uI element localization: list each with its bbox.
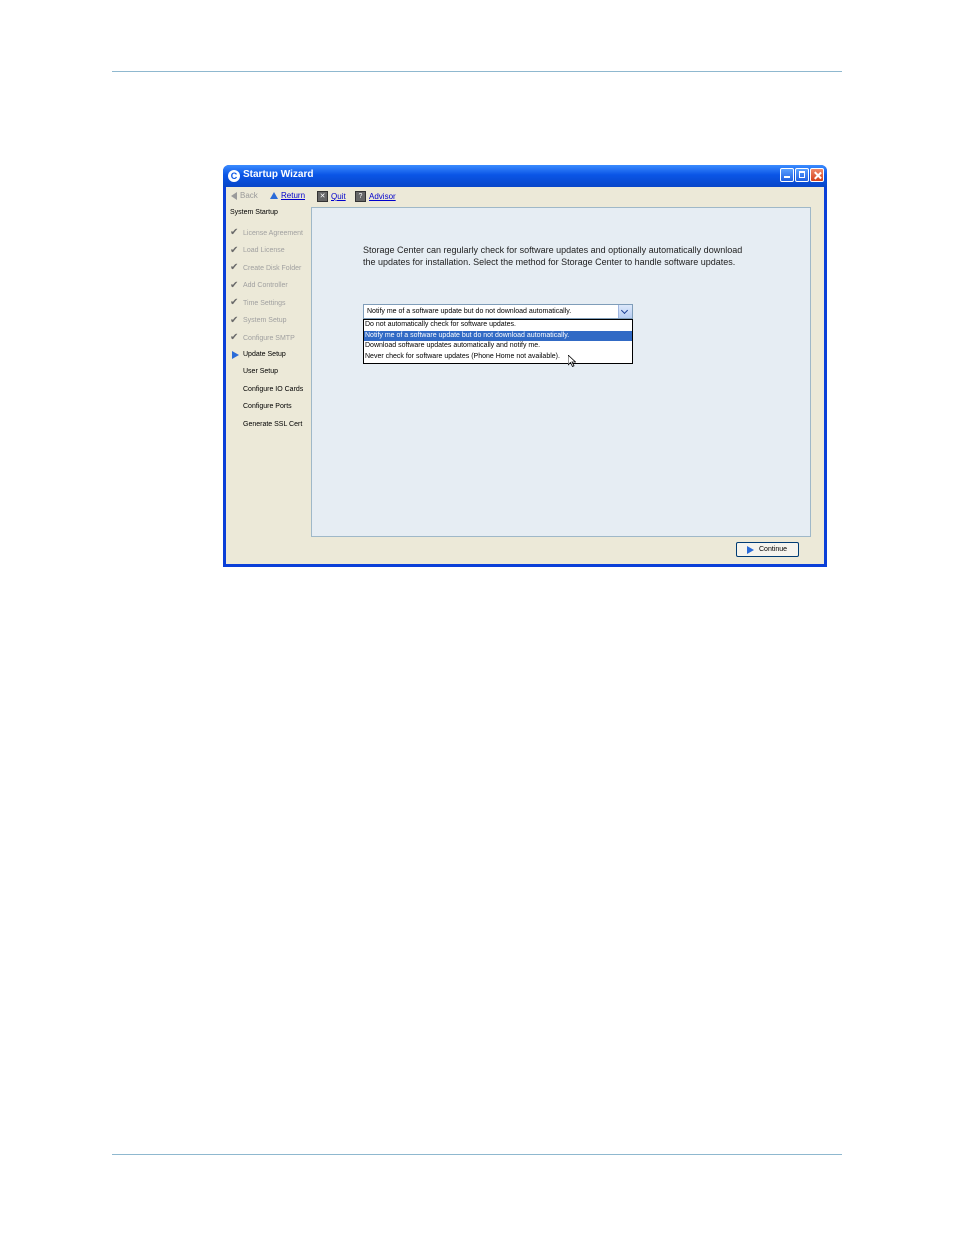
up-arrow-icon bbox=[270, 192, 278, 199]
back-button[interactable]: Back bbox=[231, 191, 258, 200]
right-arrow-icon bbox=[747, 546, 754, 554]
step-license-agreement: ✔ License Agreement bbox=[230, 228, 303, 238]
step-configure-io-cards: Configure IO Cards bbox=[243, 386, 303, 393]
update-method-options: Do not automatically check for software … bbox=[363, 319, 633, 364]
step-label: Update Setup bbox=[243, 351, 286, 358]
title-bar[interactable]: C Startup Wizard bbox=[223, 165, 827, 187]
page-footer-rule bbox=[112, 1154, 842, 1155]
back-label: Back bbox=[240, 191, 258, 200]
return-label: Return bbox=[281, 191, 306, 200]
sidebar-heading: System Startup bbox=[230, 209, 278, 216]
step-load-license: ✔ Load License bbox=[230, 244, 285, 256]
checkmark-icon: ✔ bbox=[230, 262, 239, 273]
mouse-cursor-icon bbox=[568, 355, 576, 367]
step-create-disk-folder: ✔ Create Disk Folder bbox=[230, 263, 301, 273]
wizard-steps-sidebar: System Startup ✔ License Agreement ✔ Loa… bbox=[226, 207, 308, 564]
chevron-down-icon[interactable] bbox=[618, 305, 632, 318]
step-label: Configure Ports bbox=[243, 403, 292, 410]
step-generate-ssl-cert: Generate SSL Cert bbox=[243, 421, 302, 428]
step-label: Configure SMTP bbox=[243, 334, 295, 342]
step-label: Load License bbox=[243, 247, 285, 254]
quit-icon: ✕ bbox=[317, 191, 328, 202]
startup-wizard-window: C Startup Wizard Back Return ✕ Quit ? Ad… bbox=[223, 165, 827, 567]
step-add-controller: ✔ Add Controller bbox=[230, 279, 288, 291]
step-configure-smtp: ✔ Configure SMTP bbox=[230, 333, 295, 343]
option-auto-download[interactable]: Download software updates automatically … bbox=[364, 341, 632, 352]
checkmark-icon: ✔ bbox=[230, 314, 239, 326]
help-icon: ? bbox=[355, 191, 366, 202]
wizard-client-area: Back Return ✕ Quit ? Advisor System Star… bbox=[226, 187, 824, 564]
continue-button[interactable]: Continue bbox=[736, 542, 799, 557]
step-label: Generate SSL Cert bbox=[243, 420, 303, 428]
back-arrow-icon bbox=[231, 191, 237, 200]
update-description: Storage Center can regularly check for s… bbox=[363, 245, 743, 267]
toolbar: Back Return ✕ Quit ? Advisor bbox=[226, 187, 824, 205]
quit-button[interactable]: ✕ Quit bbox=[317, 191, 346, 202]
step-label: License Agreement bbox=[243, 229, 303, 237]
option-never-check[interactable]: Never check for software updates (Phone … bbox=[364, 352, 632, 363]
step-label: Configure IO Cards bbox=[243, 385, 304, 393]
advisor-label: Advisor bbox=[369, 192, 396, 201]
step-label: User Setup bbox=[243, 368, 279, 375]
step-update-setup: Update Setup bbox=[230, 350, 286, 359]
page-header-rule bbox=[112, 71, 842, 72]
option-notify-only[interactable]: Notify me of a software update but do no… bbox=[364, 330, 632, 341]
close-button[interactable] bbox=[810, 168, 824, 182]
step-configure-ports: Configure Ports bbox=[243, 403, 292, 410]
checkmark-icon: ✔ bbox=[230, 332, 239, 343]
advisor-button[interactable]: ? Advisor bbox=[355, 191, 396, 202]
step-time-settings: ✔ Time Settings bbox=[230, 298, 286, 308]
option-no-check[interactable]: Do not automatically check for software … bbox=[364, 320, 632, 331]
return-button[interactable]: Return bbox=[270, 191, 305, 200]
app-icon: C bbox=[228, 170, 240, 182]
checkmark-icon: ✔ bbox=[230, 244, 239, 256]
checkmark-icon: ✔ bbox=[230, 279, 239, 291]
minimize-button[interactable] bbox=[780, 168, 794, 182]
step-label: Create Disk Folder bbox=[243, 264, 302, 272]
step-label: Time Settings bbox=[243, 299, 286, 307]
checkmark-icon: ✔ bbox=[230, 297, 239, 308]
step-user-setup: User Setup bbox=[243, 368, 278, 375]
quit-label: Quit bbox=[331, 192, 346, 201]
step-label: System Setup bbox=[243, 317, 287, 324]
current-step-arrow-icon bbox=[232, 350, 239, 359]
checkmark-icon: ✔ bbox=[230, 227, 239, 238]
update-setup-panel: Storage Center can regularly check for s… bbox=[311, 207, 811, 537]
step-system-setup: ✔ System Setup bbox=[230, 314, 287, 326]
maximize-button[interactable] bbox=[795, 168, 809, 182]
update-method-select[interactable]: Notify me of a software update but do no… bbox=[363, 304, 633, 319]
continue-label: Continue bbox=[759, 546, 788, 553]
select-value: Notify me of a software update but do no… bbox=[367, 308, 572, 315]
window-title: Startup Wizard bbox=[243, 169, 314, 180]
step-label: Add Controller bbox=[243, 282, 288, 289]
